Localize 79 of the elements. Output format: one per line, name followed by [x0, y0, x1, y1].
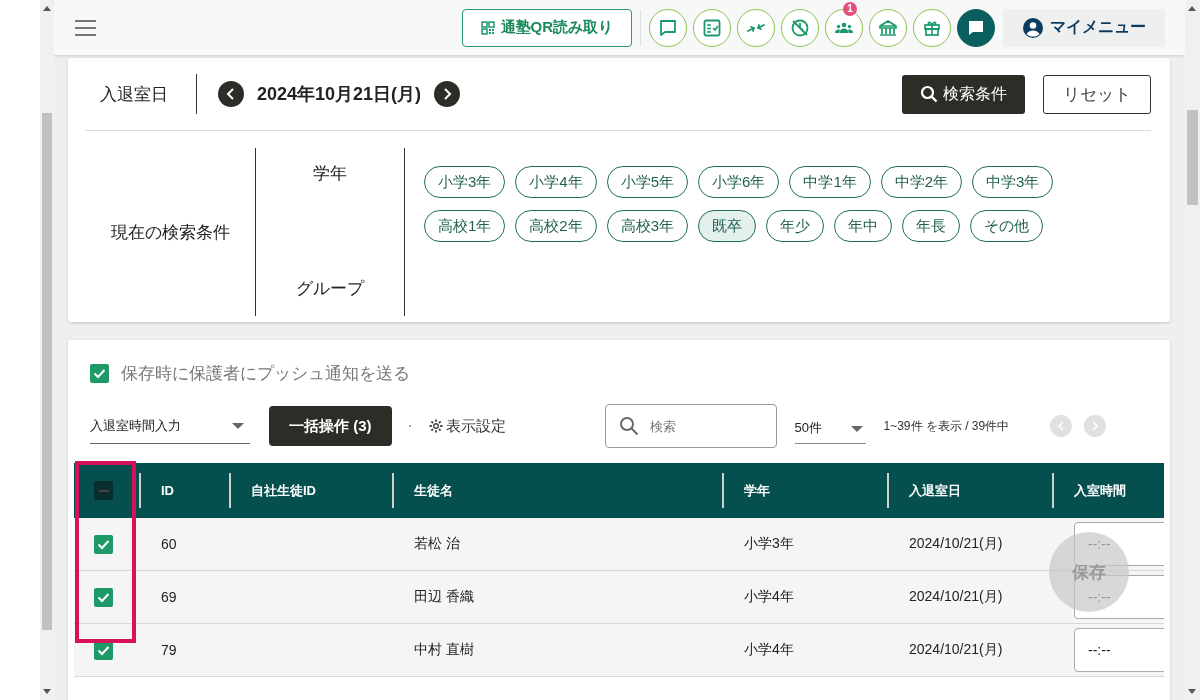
grade-chip[interactable]: 中学1年 — [789, 166, 871, 198]
date-label: 入退室日 — [99, 83, 169, 106]
grade-chip[interactable]: 高校3年 — [606, 210, 689, 242]
toolbar-icon-button[interactable] — [649, 8, 687, 47]
column-header[interactable]: 学年 — [722, 463, 887, 518]
checkbox[interactable] — [90, 364, 109, 383]
grade-chip[interactable]: 既卒 — [698, 210, 757, 242]
pagination-range: 1~39件 を表示 / 39件中 — [883, 417, 1010, 435]
table-cell: 2024/10/21(月) — [887, 570, 1052, 624]
toolbar-icon-button[interactable] — [869, 8, 907, 47]
checkbox-label: 保存時に保護者にプッシュ通知を送る — [121, 363, 410, 385]
time-input[interactable]: --:-- — [1074, 628, 1164, 672]
grade-chip[interactable]: 年少 — [766, 210, 825, 242]
table-cell: 小学4年 — [722, 623, 887, 677]
my-menu-button[interactable]: マイメニュー — [1003, 8, 1165, 47]
group-label: グループ — [256, 232, 405, 316]
grade-chip[interactable]: 中学3年 — [972, 166, 1054, 198]
settings-icon — [427, 418, 444, 434]
mode-dropdown[interactable]: 入退室時間入力 — [90, 408, 250, 444]
grade-chip[interactable]: 小学4年 — [515, 166, 597, 198]
grade-chip[interactable]: 小学5年 — [606, 166, 689, 198]
table-cell: 2024/10/21(月) — [887, 518, 1052, 571]
menu-icon — [75, 19, 96, 36]
table-cell: 69 — [139, 570, 229, 624]
search-field[interactable]: 検索 — [604, 404, 777, 448]
chat-bubble-icon — [658, 17, 678, 38]
checkbox[interactable] — [94, 534, 113, 554]
grade-chip[interactable]: 中学2年 — [880, 166, 963, 198]
grade-chip[interactable]: 年長 — [902, 210, 961, 242]
grade-chip[interactable]: 年中 — [834, 210, 893, 242]
table-cell: 79 — [139, 623, 229, 677]
current-date: 2024年10月21日(月) — [257, 83, 422, 106]
previous-day-button[interactable] — [218, 81, 244, 107]
grade-chip[interactable]: 高校2年 — [515, 210, 597, 242]
column-header[interactable]: 生徒名 — [392, 463, 722, 518]
select-all-checkbox[interactable] — [94, 481, 113, 500]
toolbar-icon-button[interactable] — [957, 8, 995, 47]
column-header[interactable]: 入室時間 — [1052, 463, 1164, 518]
checklist-icon — [702, 17, 722, 38]
search-icon — [618, 416, 639, 436]
table-cell: 60 — [139, 518, 229, 571]
per-page-dropdown[interactable]: 50件 — [794, 408, 866, 444]
clock-off-icon — [790, 17, 810, 38]
next-day-button[interactable] — [434, 81, 461, 107]
search-conditions-button[interactable]: 検索条件 — [902, 74, 1025, 114]
bulk-action-button[interactable]: 一括操作 (3) — [269, 406, 392, 446]
column-header[interactable]: 入退室日 — [887, 463, 1052, 518]
notification-badge: 1 — [843, 1, 857, 16]
table-cell: 中村 直樹 — [392, 623, 722, 677]
chevron-left-icon — [1056, 421, 1067, 431]
scrollbar[interactable] — [1185, 0, 1200, 700]
toolbar-icon-button[interactable] — [781, 8, 819, 47]
chevron-right-icon — [441, 88, 454, 100]
column-header[interactable]: ID — [139, 463, 229, 518]
chevron-left-icon — [225, 88, 237, 100]
chevron-right-icon — [1090, 421, 1101, 431]
qr-scan-button[interactable]: 通塾QR読み取り — [461, 8, 632, 47]
toolbar-icon-button[interactable] — [913, 8, 951, 47]
table-cell: 田辺 香織 — [392, 570, 722, 624]
grade-label: 学年 — [256, 148, 405, 232]
user-avatar-icon — [1022, 16, 1044, 39]
table-cell: 2024/10/21(月) — [887, 623, 1052, 677]
qr-code-icon — [480, 20, 495, 35]
table-cell: 若松 治 — [392, 518, 722, 571]
grade-chip[interactable]: 小学6年 — [698, 166, 780, 198]
grade-chip[interactable]: その他 — [970, 210, 1044, 242]
scrollbar[interactable] — [40, 0, 54, 700]
building-icon — [878, 17, 898, 38]
column-header[interactable]: 自社生徒ID — [229, 463, 392, 518]
table-cell: 小学3年 — [722, 518, 887, 571]
reset-button[interactable]: リセット — [1043, 74, 1151, 114]
grade-chip[interactable]: 小学3年 — [424, 166, 506, 198]
grade-chip[interactable]: 高校1年 — [424, 210, 506, 242]
search-icon — [920, 85, 938, 103]
display-settings-link[interactable]: 表示設定 — [427, 416, 506, 436]
table-cell: 小学4年 — [722, 570, 887, 624]
checkbox[interactable] — [94, 587, 113, 607]
toolbar-icon-button[interactable] — [693, 8, 731, 47]
conditions-title: 現在の検索条件 — [85, 148, 256, 316]
